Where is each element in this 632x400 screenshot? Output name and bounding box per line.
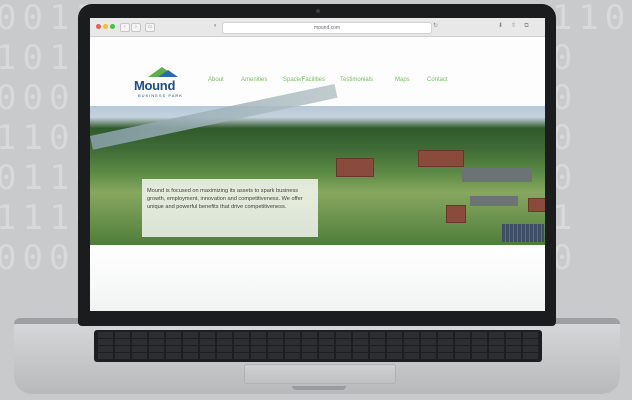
minimize-window-button[interactable]: [103, 24, 108, 29]
key-row: [98, 353, 538, 359]
building: [446, 205, 466, 223]
key-row: [98, 346, 538, 352]
parking-lot: [470, 196, 518, 206]
logo-subtitle: BUSINESS PARK: [138, 93, 183, 98]
mound-logo[interactable]: Mound BUSINESS PARK: [134, 67, 194, 101]
building: [528, 198, 545, 212]
page-body: [90, 245, 545, 311]
privacy-icon[interactable]: ◐: [212, 23, 219, 30]
nav-maps[interactable]: Maps: [395, 77, 410, 83]
building: [336, 158, 374, 177]
sidebar-icon[interactable]: ▭: [145, 23, 155, 32]
parking-lot: [462, 168, 532, 182]
share-icon[interactable]: ⇧: [510, 23, 517, 30]
tabs-icon[interactable]: ⧉: [523, 23, 530, 30]
solar-array: [502, 224, 544, 242]
logo-name: Mound: [134, 78, 176, 93]
mountain-icon: [158, 70, 178, 77]
nav-testimonials[interactable]: Testimonials: [340, 77, 373, 83]
laptop-screen: ‹ › ▭ ◐ mound.com ↻ ⬇ ⇧ ⧉ Mound BUSINESS…: [90, 18, 545, 311]
back-icon[interactable]: ‹: [120, 23, 130, 32]
nav-contact[interactable]: Contact: [427, 77, 448, 83]
reload-icon[interactable]: ↻: [432, 23, 439, 30]
address-bar[interactable]: mound.com: [222, 22, 432, 34]
key-row: [98, 332, 538, 338]
hero-caption-box: Mound is focused on maximizing its asset…: [142, 179, 318, 237]
close-window-button[interactable]: [96, 24, 101, 29]
hero-caption: Mound is focused on maximizing its asset…: [147, 188, 303, 210]
key-row: [98, 339, 538, 345]
laptop-keyboard: [94, 330, 542, 362]
laptop-trackpad: [244, 364, 396, 384]
nav-about[interactable]: About: [208, 77, 224, 83]
site-header: Mound BUSINESS PARK About Amenities Spac…: [90, 37, 545, 115]
download-icon[interactable]: ⬇: [497, 23, 504, 30]
laptop-notch: [292, 386, 346, 390]
nav-amenities[interactable]: Amenities: [241, 77, 267, 83]
building: [418, 150, 464, 167]
forward-icon[interactable]: ›: [131, 23, 141, 32]
webcam: [316, 9, 320, 13]
nav-space-facilities[interactable]: Space/Facilities: [283, 77, 325, 83]
browser-toolbar: ‹ › ▭ ◐ mound.com ↻ ⬇ ⇧ ⧉: [90, 18, 545, 37]
maximize-window-button[interactable]: [110, 24, 115, 29]
